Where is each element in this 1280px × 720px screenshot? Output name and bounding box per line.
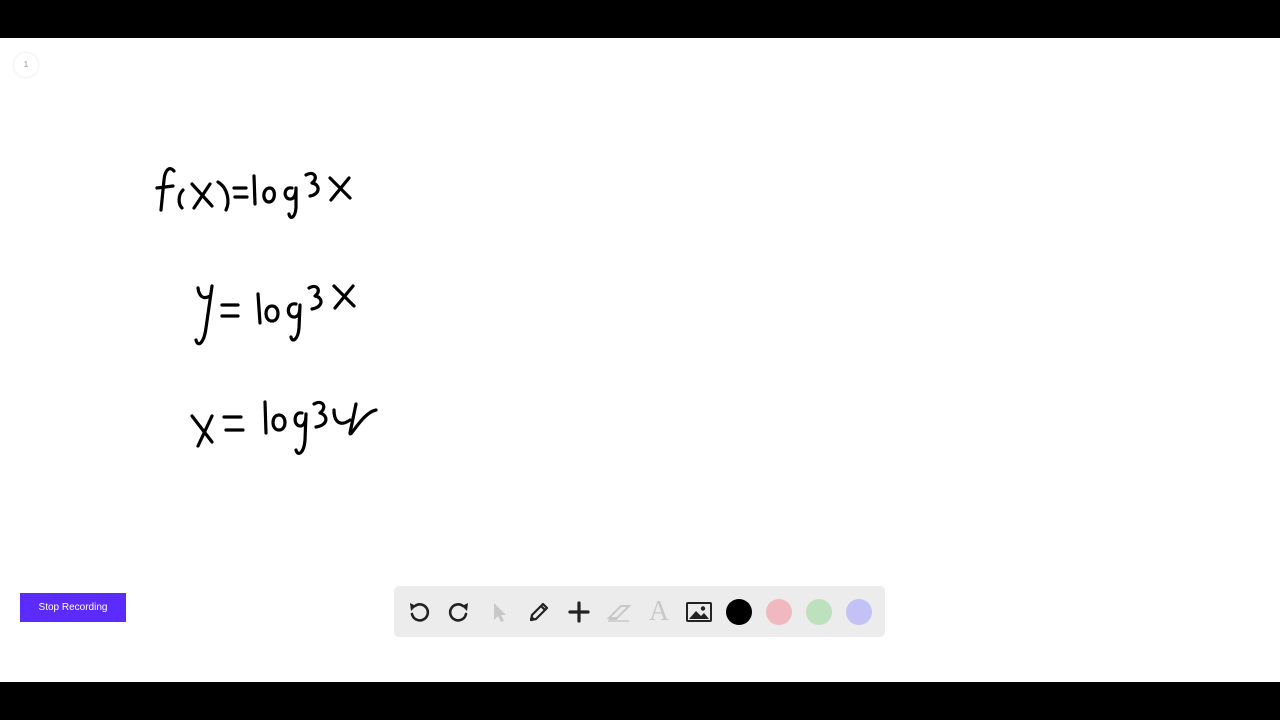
handwriting-line-3 [190,400,378,455]
handwriting-line-2 [194,284,356,346]
color-swatch [726,598,752,625]
handwriting-line-1 [155,167,352,219]
screen-frame: 1 Stop Recording A [0,0,1280,720]
color-swatch [846,598,872,625]
drawing-toolbar: A [394,586,885,637]
eraser-button[interactable] [599,592,639,632]
add-button[interactable] [559,592,599,632]
undo-icon [410,602,430,622]
select-pointer-button[interactable] [479,592,519,632]
color-black[interactable] [719,592,759,632]
select-pointer-icon [494,602,506,622]
text-button[interactable]: A [639,592,679,632]
color-swatch [806,598,832,625]
add-icon [568,600,590,623]
undo-button[interactable] [399,592,439,632]
color-swatch [766,598,792,625]
pencil-button[interactable] [519,592,559,632]
color-green[interactable] [799,592,839,632]
eraser-icon [606,604,632,622]
stop-recording-button[interactable]: Stop Recording [20,593,126,622]
color-lavender[interactable] [839,592,879,632]
color-pink[interactable] [759,592,799,632]
image-button[interactable] [679,592,719,632]
text-icon: A [648,595,670,627]
image-icon [686,601,712,622]
redo-button[interactable] [439,592,479,632]
redo-icon [448,602,468,622]
pencil-icon [529,602,549,621]
